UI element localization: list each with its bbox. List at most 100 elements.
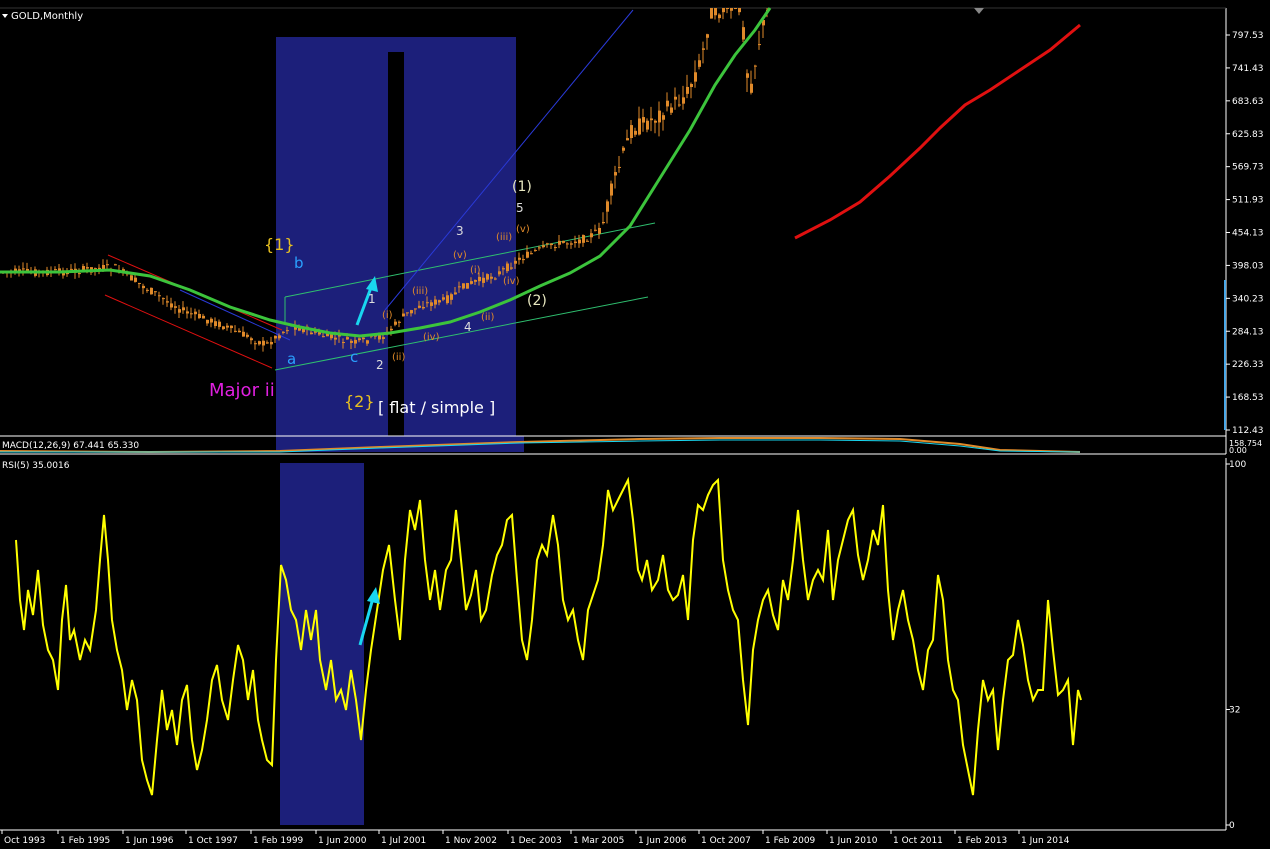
candle-body (694, 72, 697, 82)
price-tick-label: 569.73 (1232, 163, 1264, 173)
candle-body (570, 243, 573, 245)
label-sub-i-2: (i) (470, 265, 481, 276)
candle-body (474, 280, 477, 282)
rsi-label: RSI(5) 35.0016 (2, 461, 70, 471)
candle-body (190, 313, 193, 315)
candle-body (54, 269, 57, 271)
candle-body (234, 330, 237, 332)
price-tick-label: 741.43 (1232, 64, 1264, 74)
candle-body (546, 243, 549, 245)
candle-body (646, 120, 649, 130)
downtrend-channel-lower (104, 294, 273, 369)
candle-body (726, 8, 729, 9)
x-tick-label: 1 Jun 1996 (125, 836, 174, 846)
blue-trendline-short (179, 289, 291, 341)
candle-body (650, 118, 653, 121)
candle-body (642, 117, 645, 123)
candle-body (194, 311, 197, 315)
price-tick-label: 625.83 (1232, 130, 1264, 140)
label-sub-ii-1: (ii) (392, 352, 405, 363)
macd-right-label-2: 0.00 (1229, 446, 1247, 455)
label-paren-2: (2) (527, 293, 547, 309)
candle-body (450, 294, 453, 300)
label-wave-4: 4 (464, 320, 472, 334)
candle-body (530, 253, 533, 255)
candle-body (394, 321, 397, 325)
candle-body (362, 337, 365, 340)
label-flat-simple: [ flat / simple ] (378, 398, 495, 417)
candle-body (242, 331, 245, 337)
candle-body (218, 321, 221, 327)
candle-body (722, 8, 725, 13)
price-tick-label: 340.23 (1232, 294, 1264, 304)
candle-body (578, 239, 581, 244)
x-tick-label: 1 Jun 2010 (829, 836, 878, 846)
price-tick-label: 226.33 (1232, 360, 1264, 370)
candle-body (186, 311, 189, 314)
candle-body (178, 309, 181, 313)
x-tick-label: 1 Feb 1999 (253, 836, 304, 846)
candle-body (482, 277, 485, 283)
x-tick-label: 1 Jun 2014 (1021, 836, 1070, 846)
candle-body (634, 130, 637, 135)
candle-body (698, 60, 701, 67)
candle-body (434, 299, 437, 305)
candle-body (426, 302, 429, 304)
candle-body (626, 138, 629, 141)
candle-body (182, 307, 185, 311)
candle-body (206, 319, 209, 324)
candle-body (334, 337, 337, 340)
x-tick-label: 1 Jul 2001 (381, 836, 426, 846)
candle-body (86, 267, 89, 269)
highlight-band-rsi (280, 463, 364, 825)
candle-body (566, 243, 569, 245)
candle-body (558, 240, 561, 245)
candle-body (342, 342, 345, 344)
candle-body (538, 247, 541, 249)
rsi-tick-label: 32 (1229, 705, 1240, 715)
candle-body (630, 125, 633, 139)
rsi-tick-label: 100 (1229, 460, 1246, 470)
candle-body (246, 334, 249, 337)
candle-body (502, 268, 505, 270)
candle-body (510, 267, 513, 269)
candle-body (402, 313, 405, 317)
candle-body (414, 308, 417, 310)
candle-body (310, 332, 313, 335)
price-tick-label: 683.63 (1232, 97, 1264, 107)
rsi-tick-label: 0 (1229, 821, 1235, 831)
candle-body (214, 321, 217, 327)
candle-body (398, 321, 401, 323)
candle-body (222, 326, 225, 330)
candle-body (506, 263, 509, 272)
candle-body (198, 313, 201, 319)
label-sub-ii-2: (ii) (481, 312, 494, 323)
label-sub-v-1: (v) (453, 250, 467, 261)
label-c: c (350, 348, 358, 366)
candle-body (730, 8, 733, 11)
candle-body (354, 339, 357, 344)
candle-body (590, 233, 593, 238)
x-tick-label: 1 Feb 2013 (957, 836, 1007, 846)
candle-body (438, 300, 441, 303)
candle-body (422, 306, 425, 309)
candle-body (202, 315, 205, 319)
arrow-rsi-head-icon (367, 587, 380, 604)
candle-body (714, 8, 717, 16)
candle-body (718, 14, 721, 19)
candle-body (154, 291, 157, 293)
x-tick-label: 1 Dec 2003 (510, 836, 562, 846)
candle-body (430, 302, 433, 306)
candle-body (606, 201, 609, 212)
candle-body (498, 271, 501, 275)
label-major-ii: Major ii (209, 380, 275, 401)
candle-body (486, 274, 489, 280)
shift-marker-icon[interactable] (974, 8, 984, 14)
dropdown-triangle-icon[interactable] (2, 14, 8, 18)
x-tick-label: 1 Jun 2006 (638, 836, 687, 846)
candle-body (466, 283, 469, 289)
candle-body (690, 83, 693, 88)
candle-body (598, 227, 601, 234)
candle-body (346, 337, 349, 340)
x-tick-label: 1 Mar 2005 (573, 836, 624, 846)
